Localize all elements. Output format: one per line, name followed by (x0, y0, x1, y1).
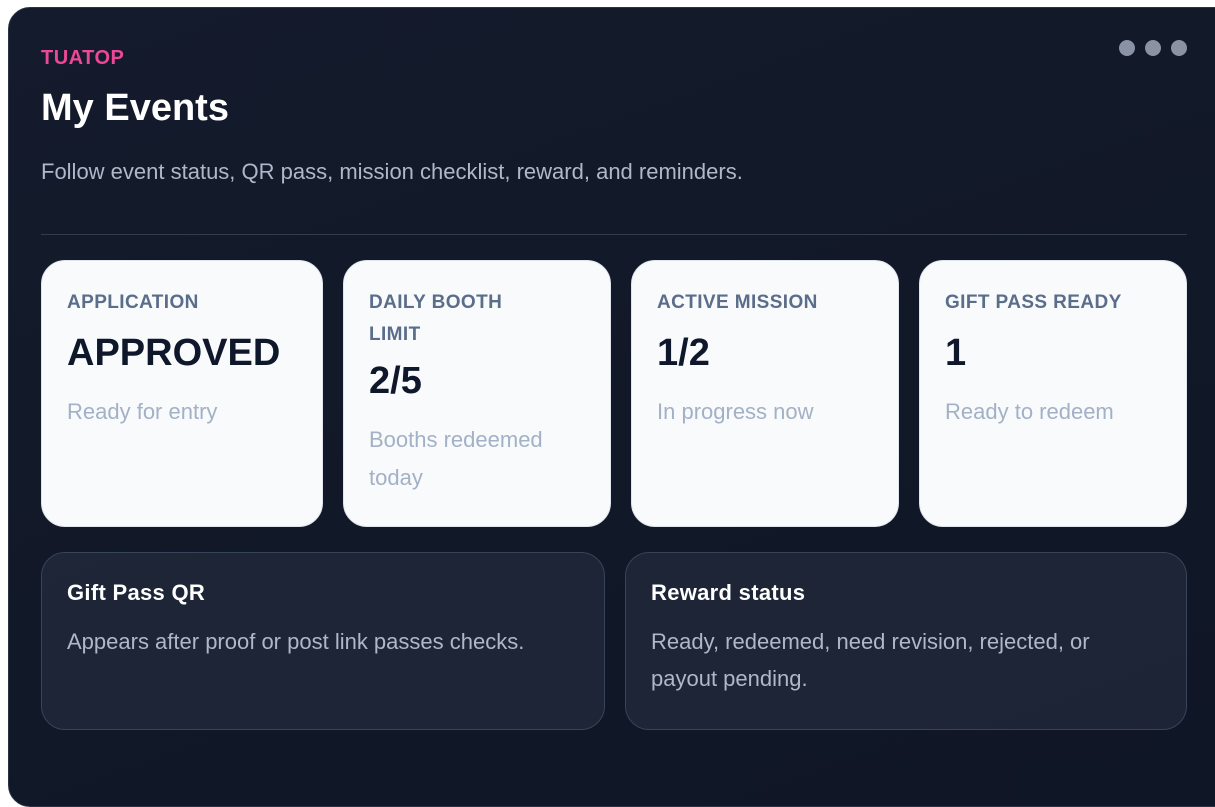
stat-card-daily-booth-limit: DAILY BOOTH LIMIT 2/5 Booths redeemed to… (343, 260, 611, 527)
info-card-title: Reward status (651, 580, 806, 605)
stat-note: Ready for entry (67, 399, 218, 424)
stat-label: APPLICATION (67, 292, 199, 313)
stat-value: 1 (945, 332, 967, 374)
page-title: My Events (41, 87, 229, 129)
divider (41, 234, 1187, 235)
dot (1171, 40, 1187, 56)
more-dots-icon[interactable] (1119, 40, 1187, 56)
info-card-text: Ready, redeemed, need revision, rejected… (651, 629, 1090, 691)
stat-value: APPROVED (67, 332, 281, 374)
info-card-title: Gift Pass QR (67, 580, 206, 605)
brand-label: TUATOP (41, 47, 125, 69)
dot (1145, 40, 1161, 56)
info-card-text: Appears after proof or post link passes … (67, 629, 525, 654)
stat-note: Ready to redeem (945, 399, 1114, 424)
info-card-reward-status: Reward status Ready, redeemed, need revi… (625, 552, 1187, 730)
stat-label: ACTIVE MISSION (657, 292, 818, 313)
info-card-gift-pass-qr: Gift Pass QR Appears after proof or post… (41, 552, 605, 730)
stat-note: In progress now (657, 399, 814, 424)
stat-value: 2/5 (369, 360, 422, 402)
stat-value: 1/2 (657, 332, 710, 374)
stat-note: Booths redeemed today (369, 427, 543, 490)
stat-card-application: APPLICATION APPROVED Ready for entry (41, 260, 323, 527)
stat-label: GIFT PASS READY (945, 292, 1122, 313)
stat-card-gift-pass-ready: GIFT PASS READY 1 Ready to redeem (919, 260, 1187, 527)
stat-label: DAILY BOOTH LIMIT (369, 292, 503, 345)
page-subtitle: Follow event status, QR pass, mission ch… (41, 159, 743, 184)
my-events-panel: TUATOP My Events Follow event status, QR… (8, 7, 1215, 807)
dot (1119, 40, 1135, 56)
stat-card-active-mission: ACTIVE MISSION 1/2 In progress now (631, 260, 899, 527)
